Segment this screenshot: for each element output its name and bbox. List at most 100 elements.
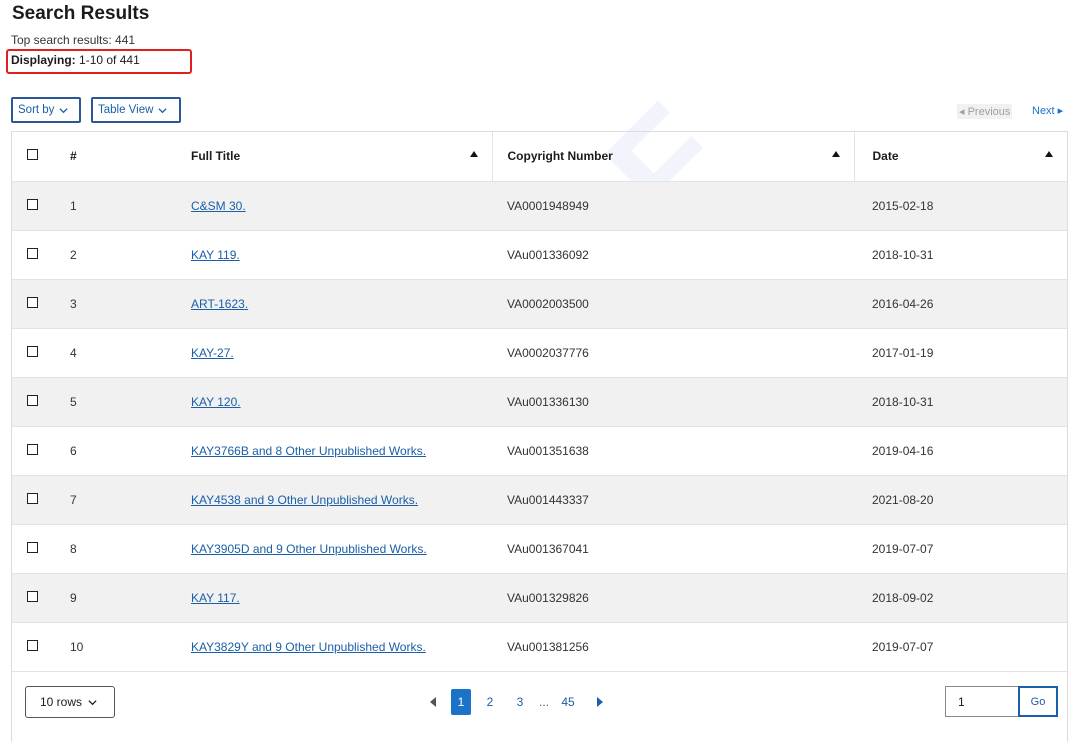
header-number: # [70,149,77,164]
row-date: 2018-10-31 [872,247,934,262]
previous-arrow-icon[interactable] [430,697,436,707]
table-row: 6 KAY3766B and 8 Other Unpublished Works… [12,426,1067,475]
row-title-link[interactable]: KAY3766B and 8 Other Unpublished Works. [191,444,426,458]
row-date: 2018-10-31 [872,394,934,409]
sort-ascending-icon[interactable] [831,151,840,157]
row-copyright-number: VA0001948949 [507,198,589,213]
header-date-label: Date [872,149,899,164]
select-all-checkbox[interactable] [27,149,38,161]
row-date: 2019-04-16 [872,443,934,458]
row-copyright-number: VAu001381256 [507,639,589,654]
row-title-link[interactable]: KAY 117. [191,591,240,605]
rows-per-page-label: 10 rows [40,695,83,709]
row-date: 2021-08-20 [872,492,934,507]
row-title-link[interactable]: KAY3905D and 9 Other Unpublished Works. [191,542,427,556]
table-row: 10 KAY3829Y and 9 Other Unpublished Work… [12,622,1067,671]
page-button-3[interactable]: 3 [510,695,530,709]
row-checkbox[interactable] [27,492,38,504]
sort-by-dropdown[interactable]: Sort by [11,97,81,123]
row-title-link[interactable]: C&SM 30. [191,199,246,213]
header-date[interactable]: Date [854,132,1067,181]
previous-button[interactable]: ◂ Previous [957,104,1013,119]
table-row: 1 C&SM 30. VA0001948949 2015-02-18 [12,181,1067,230]
row-checkbox[interactable] [27,639,38,651]
sort-ascending-icon[interactable] [469,151,478,157]
chevron-down-icon [158,107,167,113]
results-table: # Full Title Copyright Number Date 1 C&S… [11,131,1068,742]
row-number: 1 [70,198,77,213]
table-view-dropdown[interactable]: Table View [91,97,181,123]
row-date: 2015-02-18 [872,198,934,213]
row-checkbox[interactable] [27,296,38,308]
row-number: 4 [70,345,77,360]
row-title-link[interactable]: KAY 119. [191,248,240,262]
displaying-label: Displaying: [11,53,76,67]
header-full-title-label: Full Title [191,149,241,164]
header-copyright-label: Copyright Number [507,149,613,164]
row-number: 8 [70,541,77,556]
pagination: 1 2 3 ... 45 [430,686,604,718]
row-title-link[interactable]: KAY4538 and 9 Other Unpublished Works. [191,493,418,507]
row-checkbox[interactable] [27,541,38,553]
row-checkbox[interactable] [27,345,38,357]
row-date: 2017-01-19 [872,345,934,360]
next-arrow-icon[interactable] [597,697,604,707]
row-copyright-number: VAu001443337 [507,492,589,507]
next-button[interactable]: Next ▸ [1032,104,1063,117]
row-checkbox[interactable] [27,590,38,602]
row-date: 2016-04-26 [872,296,934,311]
page-ellipsis: ... [539,695,550,709]
row-number: 5 [70,394,77,409]
row-copyright-number: VAu001367041 [507,541,589,556]
chevron-down-icon [59,107,69,113]
row-number: 2 [70,247,77,262]
table-row: 8 KAY3905D and 9 Other Unpublished Works… [12,524,1067,573]
table-row: 3 ART-1623. VA0002003500 2016-04-26 [12,279,1067,328]
rows-per-page-select[interactable]: 10 rows [25,686,115,718]
row-title-link[interactable]: KAY 120. [191,395,241,409]
row-title-link[interactable]: KAY3829Y and 9 Other Unpublished Works. [191,640,426,654]
page-button-last[interactable]: 45 [558,695,578,709]
row-checkbox[interactable] [27,443,38,455]
table-footer: 10 rows 1 2 3 ... 45 Go [12,671,1067,742]
displaying-value: 1-10 of 441 [79,53,140,67]
row-title-link[interactable]: ART-1623. [191,297,248,311]
row-title-link[interactable]: KAY-27. [191,346,234,360]
row-copyright-number: VA0002037776 [507,345,589,360]
page-title: Search Results [12,3,150,24]
row-checkbox[interactable] [27,394,38,406]
goto-page-input[interactable] [945,686,1018,717]
table-header-row: # Full Title Copyright Number Date [12,132,1067,181]
row-date: 2018-09-02 [872,590,934,605]
chevron-down-icon [88,699,97,705]
row-number: 7 [70,492,77,507]
go-button[interactable]: Go [1018,686,1058,717]
row-date: 2019-07-07 [872,541,934,556]
page-button-current[interactable]: 1 [451,689,471,715]
displaying-range: Displaying: 1-10 of 441 [11,53,140,67]
table-row: 9 KAY 117. VAu001329826 2018-09-02 [12,573,1067,622]
row-number: 10 [70,639,84,654]
row-copyright-number: VAu001351638 [507,443,589,458]
row-copyright-number: VAu001336092 [507,247,589,262]
select-all-cell [12,132,57,181]
sort-by-label: Sort by [18,104,55,116]
row-number: 6 [70,443,77,458]
table-row: 5 KAY 120. VAu001336130 2018-10-31 [12,377,1067,426]
row-copyright-number: VA0002003500 [507,296,589,311]
top-results-count: Top search results: 441 [11,33,136,47]
sort-ascending-icon[interactable] [1045,151,1053,157]
header-copyright-number[interactable]: Copyright Number [492,132,855,181]
table-row: 2 KAY 119. VAu001336092 2018-10-31 [12,230,1067,279]
page-button-2[interactable]: 2 [480,695,500,709]
row-date: 2019-07-07 [872,639,934,654]
row-checkbox[interactable] [27,247,38,259]
row-copyright-number: VAu001329826 [507,590,589,605]
table-row: 7 KAY4538 and 9 Other Unpublished Works.… [12,475,1067,524]
row-copyright-number: VAu001336130 [507,394,589,409]
header-full-title[interactable]: Full Title [191,132,493,181]
row-checkbox[interactable] [27,198,38,210]
row-number: 3 [70,296,77,311]
table-row: 4 KAY-27. VA0002037776 2017-01-19 [12,328,1067,377]
table-view-label: Table View [98,104,154,116]
